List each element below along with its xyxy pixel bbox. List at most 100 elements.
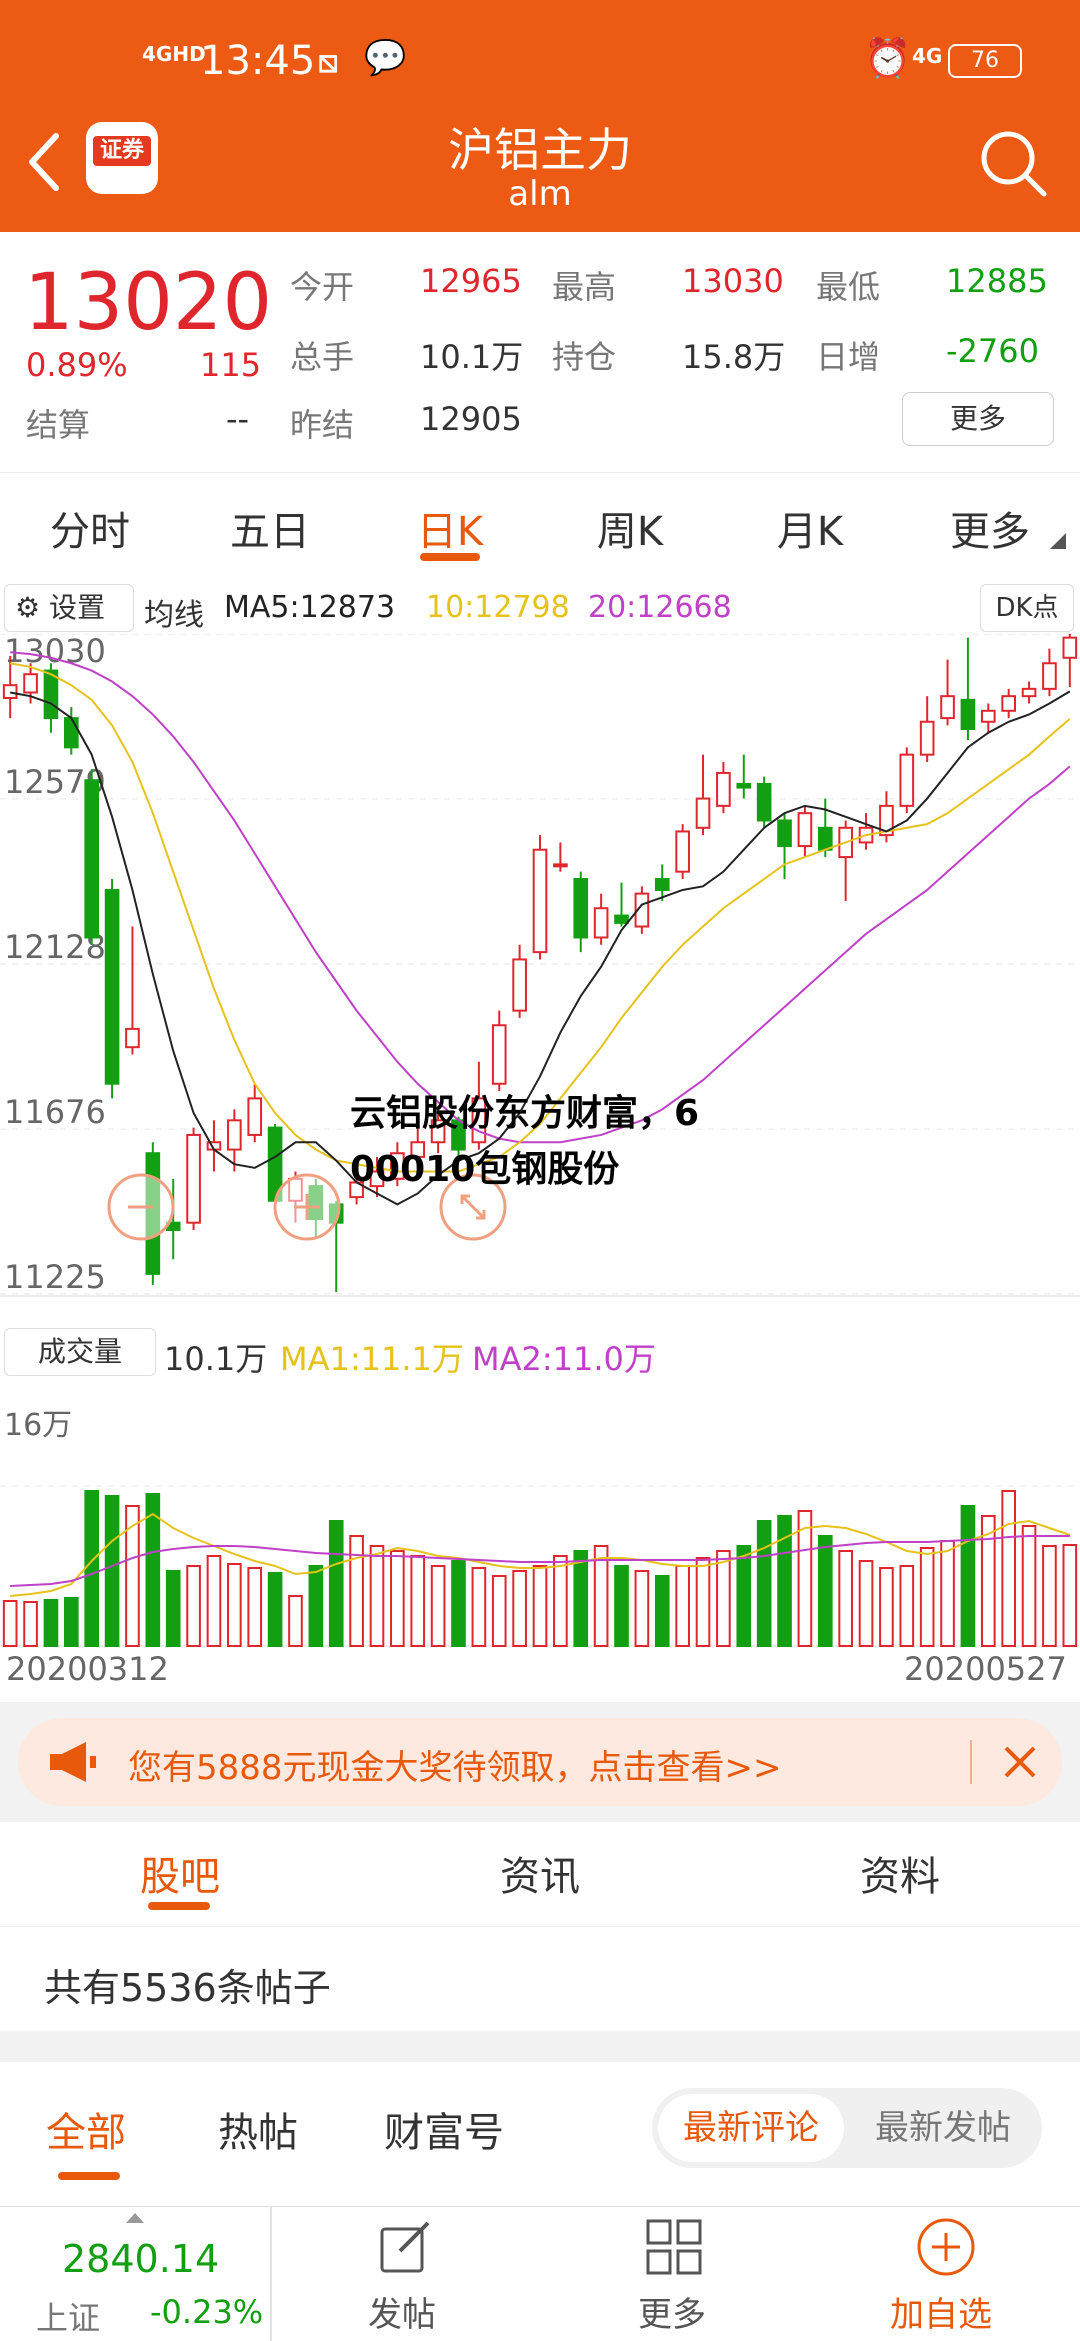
megaphone-icon xyxy=(50,1742,96,1782)
candle-body xyxy=(980,709,996,723)
post-filters: 全部 热帖 财富号 最新评论 最新发帖 xyxy=(0,2062,1080,2206)
candle-body xyxy=(512,958,527,1012)
network-indicator: 4G xyxy=(912,44,943,68)
search-icon[interactable] xyxy=(978,128,1050,200)
volume-bar xyxy=(695,1557,711,1647)
tab-forum[interactable]: 股吧 xyxy=(0,1844,360,1902)
signal-indicator: 4GHD xyxy=(142,42,206,66)
volume-bar xyxy=(267,1572,283,1647)
start-date-label: 20200312 xyxy=(6,1650,169,1688)
tab-daily-k[interactable]: 日K xyxy=(360,499,540,557)
tab-news[interactable]: 资讯 xyxy=(360,1844,720,1902)
post-count-row: 共有5536条帖子 xyxy=(0,1926,1080,2031)
volume-bar xyxy=(84,1490,100,1647)
volume-bar xyxy=(369,1545,385,1647)
tab-five-day[interactable]: 五日 xyxy=(180,499,360,557)
dk-point-button[interactable]: DK点 xyxy=(980,584,1074,632)
sort-latest-post[interactable]: 最新发帖 xyxy=(850,2094,1036,2162)
low-value: 12885 xyxy=(946,262,1048,300)
close-icon[interactable] xyxy=(1002,1744,1038,1780)
filter-active-indicator xyxy=(58,2172,120,2180)
candle-body xyxy=(777,819,792,848)
add-watchlist-button[interactable]: 加自选 xyxy=(846,2207,1046,2341)
end-date-label: 20200527 xyxy=(904,1650,1067,1688)
ma-title: 均线 xyxy=(144,598,204,633)
title-bar: 证券 沪铝主力 alm xyxy=(0,100,1080,232)
volume-bar xyxy=(879,1567,894,1647)
candle-body xyxy=(817,826,833,851)
volume-bar xyxy=(186,1565,201,1647)
daily-increase-label: 日增 xyxy=(816,338,881,376)
grid-icon xyxy=(646,2219,702,2275)
battery-icon: 76 xyxy=(948,44,1022,78)
candle-body xyxy=(797,812,813,848)
edit-icon xyxy=(380,2221,430,2273)
open-label: 今开 xyxy=(290,268,355,306)
candle-body xyxy=(899,753,915,807)
volume-bar xyxy=(817,1535,833,1647)
volume-bar xyxy=(43,1599,59,1647)
caret-up-icon xyxy=(126,2213,144,2223)
volume-bar xyxy=(206,1555,222,1647)
volume-bar xyxy=(940,1540,955,1647)
volume-bar xyxy=(471,1567,487,1647)
section-active-indicator xyxy=(148,1902,210,1910)
volume-bar xyxy=(512,1570,527,1647)
gear-icon: ⚙ xyxy=(15,591,41,624)
candle-body xyxy=(532,848,548,954)
high-label: 最高 xyxy=(552,268,617,306)
candle-body xyxy=(1062,636,1078,659)
volume-bar xyxy=(532,1565,548,1647)
volume-bar xyxy=(247,1567,263,1647)
chart-settings-button[interactable]: ⚙ 设置 xyxy=(4,584,134,632)
filter-all[interactable]: 全部 xyxy=(46,2100,126,2158)
zoom-out-icon[interactable] xyxy=(106,1172,176,1242)
volume-bar xyxy=(756,1520,772,1647)
volume-bar xyxy=(64,1597,79,1647)
filter-wealth-account[interactable]: 财富号 xyxy=(384,2100,504,2158)
candle-body xyxy=(125,1027,140,1049)
sim-icon: ⧅ xyxy=(318,42,339,80)
volume-bar xyxy=(328,1520,344,1647)
candle-body xyxy=(1001,695,1016,712)
candle-body xyxy=(553,863,568,868)
volume-bar xyxy=(349,1535,364,1647)
index-value: 2840.14 xyxy=(62,2237,220,2281)
daily-increase-value: -2760 xyxy=(946,332,1039,370)
tab-monthly-k[interactable]: 月K xyxy=(720,499,900,557)
ma20-value: 20:12668 xyxy=(588,590,732,625)
candle-body xyxy=(2,684,18,699)
more-quote-button[interactable]: 更多 xyxy=(902,392,1054,446)
promo-banner[interactable]: 您有5888元现金大奖待领取，点击查看>> xyxy=(18,1718,1062,1806)
volume-bar xyxy=(634,1570,650,1647)
index-widget[interactable]: 2840.14 上证 -0.23% xyxy=(0,2207,270,2341)
tab-profile[interactable]: 资料 xyxy=(720,1844,1080,1902)
filter-hot[interactable]: 热帖 xyxy=(218,2100,298,2158)
volume-bar xyxy=(838,1550,853,1647)
more-label: 更多 xyxy=(638,2295,706,2335)
open-interest-value: 15.8万 xyxy=(682,338,786,376)
volume-indicator-button[interactable]: 成交量 xyxy=(4,1328,156,1376)
candle-body xyxy=(247,1097,263,1136)
tab-weekly-k[interactable]: 周K xyxy=(540,499,720,557)
candle-body xyxy=(84,779,100,939)
plus-circle-icon xyxy=(917,2218,975,2276)
post-count-text: 共有5536条帖子 xyxy=(44,1966,331,2010)
zoom-in-icon[interactable] xyxy=(272,1172,342,1242)
status-time: 13:45 xyxy=(200,38,316,84)
tab-intraday[interactable]: 分时 xyxy=(0,499,180,557)
overlay-watermark-text: 云铝股份东方财富，6 00010包钢股份 xyxy=(350,1086,699,1198)
candle-body xyxy=(64,717,79,749)
volume-bar xyxy=(451,1560,466,1647)
volume-bar xyxy=(288,1595,303,1647)
candle-body xyxy=(491,1024,507,1085)
post-button[interactable]: 发帖 xyxy=(306,2207,502,2341)
quote-panel: 13020 0.89% 115 结算 -- 今开 12965 最高 13030 … xyxy=(0,232,1080,472)
volume-bar xyxy=(1042,1545,1057,1647)
sort-latest-comment[interactable]: 最新评论 xyxy=(658,2094,844,2162)
overlay-text-line2: 00010包钢股份 xyxy=(350,1149,620,1190)
volume-bar xyxy=(390,1550,405,1647)
last-price: 13020 xyxy=(24,258,273,348)
candle-body xyxy=(1021,687,1037,698)
more-button[interactable]: 更多 xyxy=(576,2207,772,2341)
